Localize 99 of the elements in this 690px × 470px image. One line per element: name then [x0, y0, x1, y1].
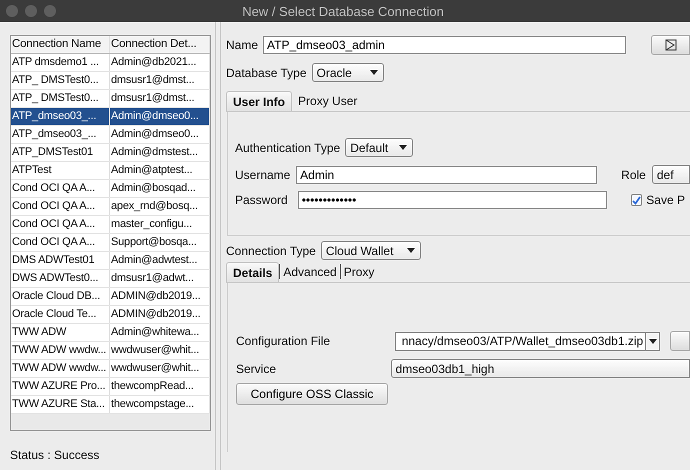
table-cell: ATP_ DMSTest0...: [11, 90, 110, 107]
connection-row[interactable]: TWW AZURE Sta... thewcompstage...: [11, 396, 210, 414]
connection-row[interactable]: Cond OCI QA A... master_configu...: [11, 216, 210, 234]
role-dropdown[interactable]: def: [652, 165, 690, 184]
connection-type-dropdown[interactable]: Cloud Wallet: [320, 241, 421, 260]
table-cell: ATP_dmseo03_...: [11, 126, 110, 143]
password-field[interactable]: •••••••••••••: [298, 191, 607, 209]
table-cell: ATP_dmseo03_...: [11, 108, 110, 125]
connection-row[interactable]: DMS ADWTest01 Admin@adwtest...: [11, 252, 210, 270]
password-label: Password: [235, 193, 289, 207]
database-type-label: Database Type: [226, 66, 307, 80]
table-cell: TWW ADW wwdw...: [11, 342, 110, 359]
connection-row[interactable]: Cond OCI QA A... Admin@bosqad...: [11, 180, 210, 198]
configure-oss-classic-button[interactable]: Configure OSS Classic: [236, 383, 388, 405]
service-label: Service: [236, 362, 278, 376]
table-cell: Admin@dmseo0...: [110, 126, 210, 143]
table-cell: Cond OCI QA A...: [11, 234, 110, 251]
arrow-icon: [665, 39, 678, 51]
table-cell: Admin@adwtest...: [110, 252, 210, 269]
table-cell: ATPTest: [11, 162, 110, 179]
browse-button[interactable]: [651, 35, 690, 55]
caret-icon: [370, 70, 378, 75]
table-cell: thewcompRead...: [110, 378, 210, 395]
table-cell: thewcompstage...: [110, 396, 210, 413]
username-label: Username: [235, 168, 292, 182]
table-cell: Oracle Cloud Te...: [11, 306, 110, 323]
table-cell: TWW AZURE Sta...: [11, 396, 110, 413]
table-cell: Cond OCI QA A...: [11, 180, 110, 197]
table-cell: Admin@dmseo0...: [110, 108, 210, 125]
table-cell: DMS ADWTest01: [11, 252, 110, 269]
save-password-checkbox[interactable]: [630, 194, 642, 206]
connection-row[interactable]: ATP dmsdemo1 ... Admin@db2021...: [11, 54, 210, 72]
connection-row[interactable]: TWW ADW wwdw... wwdwuser@whit...: [11, 342, 210, 360]
connection-row[interactable]: ATP_dmseo03_... Admin@dmseo0...: [11, 108, 210, 126]
configuration-file-field[interactable]: nnacy/dmseo03/ATP/Wallet_dmseo03db1.zip: [394, 332, 660, 350]
table-cell: apex_rnd@bosq...: [110, 198, 210, 215]
authentication-type-dropdown[interactable]: Default: [345, 138, 414, 157]
close-window-button[interactable]: [6, 5, 18, 17]
table-cell: Admin@whitewa...: [110, 324, 210, 341]
table-cell: ADMIN@db2019...: [110, 288, 210, 305]
table-cell: TWW ADW: [11, 324, 110, 341]
zoom-window-button[interactable]: [44, 5, 56, 17]
table-cell: Cond OCI QA A...: [11, 198, 110, 215]
connection-type-label: Connection Type: [226, 244, 316, 258]
connection-row[interactable]: ATPTest Admin@atptest...: [11, 162, 210, 180]
connection-row[interactable]: Cond OCI QA A... apex_rnd@bosq...: [11, 198, 210, 216]
connection-row[interactable]: Oracle Cloud DB... ADMIN@db2019...: [11, 288, 210, 306]
connection-row[interactable]: ATP_DMSTest01 Admin@dmstest...: [11, 144, 210, 162]
tab[interactable]: Proxy User: [292, 91, 364, 111]
connection-row[interactable]: Oracle Cloud Te... ADMIN@db2019...: [11, 306, 210, 324]
window-title: New / Select Database Connection: [241, 4, 445, 18]
table-cell: Support@bosqa...: [110, 234, 210, 251]
table-cell: TWW AZURE Pro...: [11, 378, 110, 395]
table-cell: Admin@dmstest...: [110, 144, 210, 161]
tab[interactable]: User Info: [226, 91, 292, 111]
table-cell: wwdwuser@whit...: [110, 342, 210, 359]
table-cell: wwdwuser@whit...: [110, 360, 210, 377]
service-dropdown[interactable]: dmseo03db1_high: [390, 359, 690, 378]
tab[interactable]: Advanced: [279, 264, 340, 279]
connection-row[interactable]: ATP_dmseo03_... Admin@dmseo0...: [11, 126, 210, 144]
authentication-type-label: Authentication Type: [235, 140, 340, 154]
name-field[interactable]: ATP_dmseo03_admin: [263, 36, 626, 54]
connection-row[interactable]: ATP_ DMSTest0... dmsusr1@dmst...: [11, 72, 210, 90]
connection-row[interactable]: Cond OCI QA A... Support@bosqa...: [11, 234, 210, 252]
table-cell: dmsusr1@dmst...: [110, 90, 210, 107]
table-cell: Admin@bosqad...: [110, 180, 210, 197]
table-cell: Admin@atptest...: [110, 162, 210, 179]
column-header[interactable]: Connection Det...: [110, 36, 210, 53]
connection-row[interactable]: TWW AZURE Pro... thewcompRead...: [11, 378, 210, 396]
table-cell: ATP dmsdemo1 ...: [11, 54, 110, 71]
table-cell: ATP_DMSTest01: [11, 144, 110, 161]
table-cell: ATP_ DMSTest0...: [11, 72, 110, 89]
caret-icon: [648, 338, 657, 344]
role-label: Role: [621, 168, 646, 182]
save-password-label: Save P: [646, 193, 685, 207]
username-field[interactable]: Admin: [296, 166, 598, 184]
caret-icon: [406, 248, 415, 253]
table-cell: master_configu...: [110, 216, 210, 233]
table-cell: dmsusr1@adwt...: [110, 270, 210, 287]
tab[interactable]: Details: [226, 262, 280, 282]
database-type-dropdown[interactable]: Oracle: [312, 63, 384, 82]
connection-row[interactable]: TWW ADW wwdw... wwdwuser@whit...: [11, 360, 210, 378]
table-cell: Admin@db2021...: [110, 54, 210, 71]
column-header[interactable]: Connection Name: [11, 36, 110, 53]
table-cell: TWW ADW wwdw...: [11, 360, 110, 377]
name-label: Name: [226, 38, 258, 52]
connection-row[interactable]: TWW ADW Admin@whitewa...: [11, 324, 210, 342]
caret-icon: [399, 145, 408, 150]
table-cell: Cond OCI QA A...: [11, 216, 110, 233]
table-cell: DWS ADWTest0...: [11, 270, 110, 287]
connection-row[interactable]: DWS ADWTest0... dmsusr1@adwt...: [11, 270, 210, 288]
table-cell: Oracle Cloud DB...: [11, 288, 110, 305]
table-cell: dmsusr1@dmst...: [110, 72, 210, 89]
connection-row[interactable]: ATP_ DMSTest0... dmsusr1@dmst...: [11, 90, 210, 108]
tab[interactable]: Proxy: [340, 264, 378, 279]
table-cell: ADMIN@db2019...: [110, 306, 210, 323]
minimize-window-button[interactable]: [25, 5, 37, 17]
status-text: Status : Success: [10, 448, 100, 462]
configuration-file-label: Configuration File: [236, 334, 332, 348]
